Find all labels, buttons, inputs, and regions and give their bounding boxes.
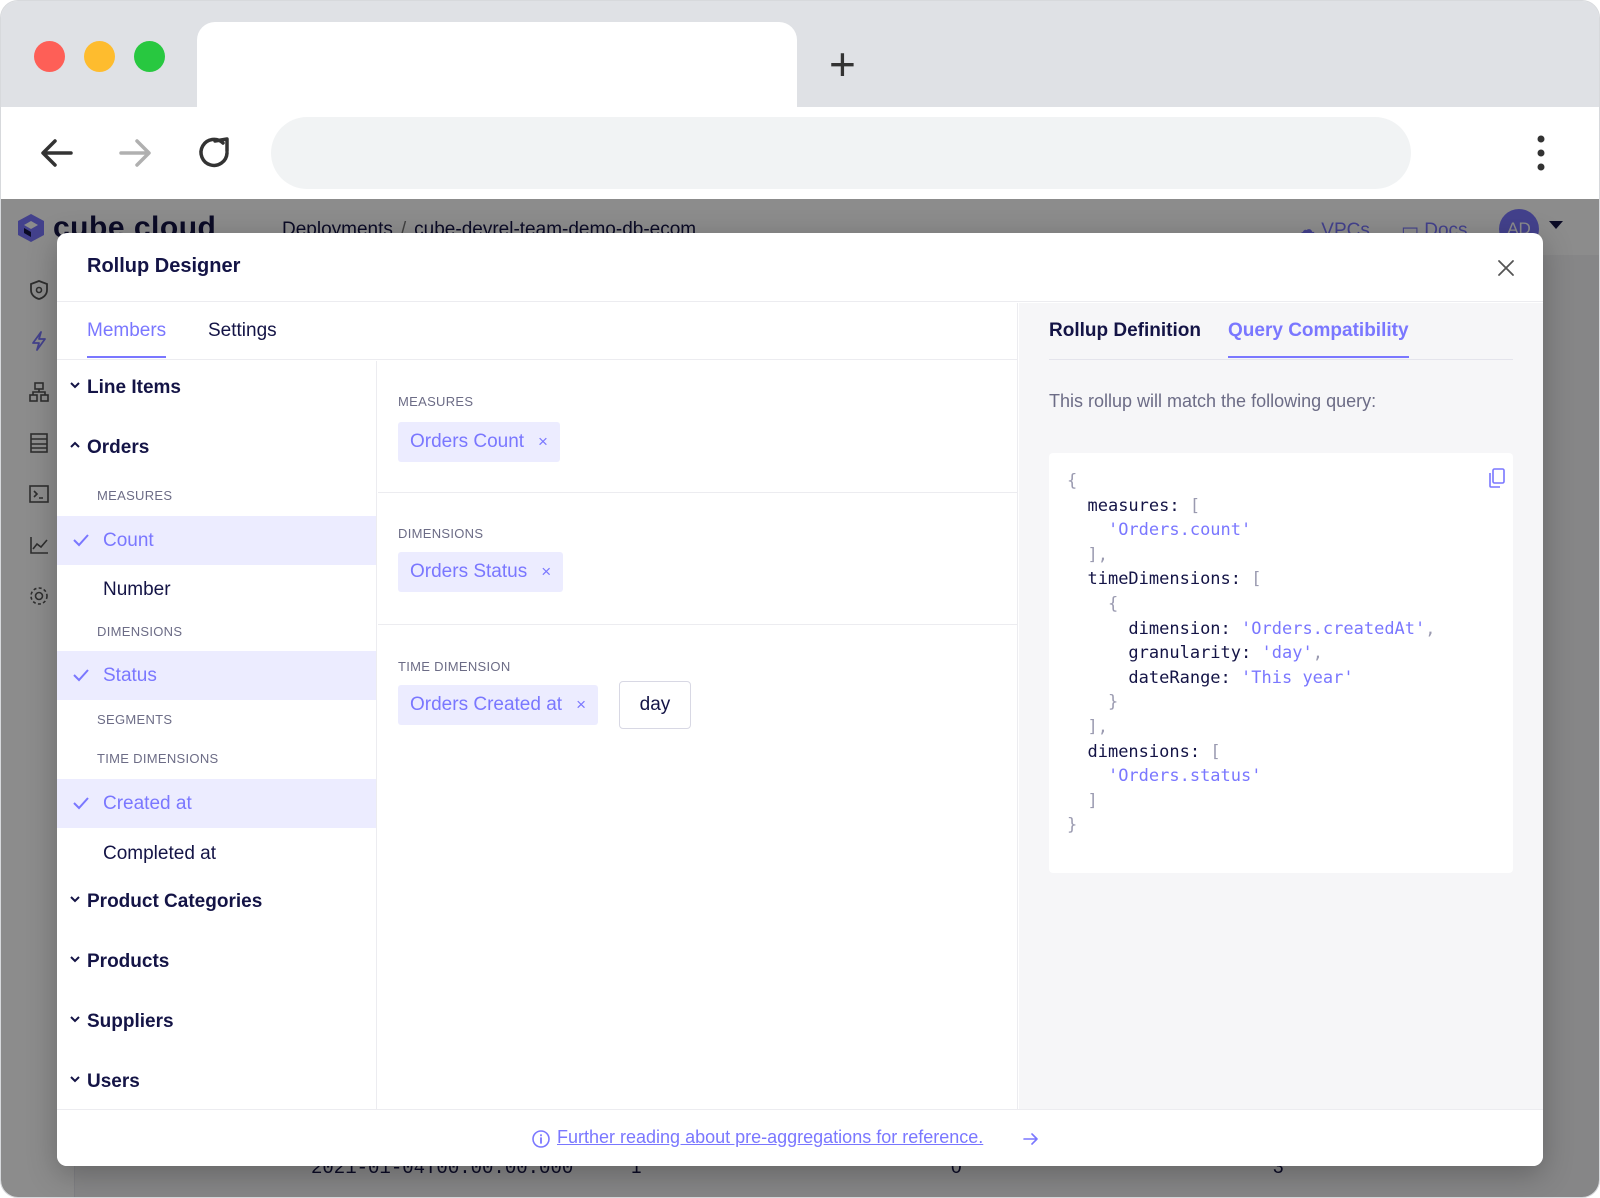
copy-icon[interactable] xyxy=(1487,467,1507,489)
member-label: Created at xyxy=(103,793,192,814)
browser-toolbar xyxy=(1,107,1599,199)
modal-header: Rollup Designer xyxy=(57,233,1543,302)
close-window-button[interactable] xyxy=(34,41,65,72)
chip-orders-created-at: Orders Created at × xyxy=(398,685,599,725)
member-created-at[interactable]: Created at xyxy=(57,779,376,828)
cube-label: Products xyxy=(87,951,170,972)
info-icon xyxy=(532,1130,550,1148)
member-label: Number xyxy=(103,579,171,600)
group-measures: MEASURES xyxy=(97,488,173,503)
remove-chip-icon[interactable]: × xyxy=(576,695,586,714)
cube-users[interactable]: Users xyxy=(57,1061,376,1101)
members-panel: Members Settings Line Items Orders MEASU… xyxy=(57,303,1018,1109)
chip-label: Orders Status xyxy=(410,561,528,582)
chevron-down-icon xyxy=(70,382,80,389)
measures-title: MEASURES xyxy=(398,394,474,409)
time-dimension-title: TIME DIMENSION xyxy=(398,659,511,674)
forward-arrow-icon[interactable] xyxy=(113,131,157,175)
tab-settings[interactable]: Settings xyxy=(208,320,277,356)
group-segments: SEGMENTS xyxy=(97,712,173,727)
dimensions-title: DIMENSIONS xyxy=(398,526,484,541)
selected-members-panel: MEASURES Orders Count × DIMENSIONS Orders… xyxy=(378,361,1018,1109)
group-dimensions: DIMENSIONS xyxy=(97,624,183,639)
back-arrow-icon[interactable] xyxy=(35,131,79,175)
tab-query-compatibility[interactable]: Query Compatibility xyxy=(1228,320,1409,358)
granularity-select[interactable]: day xyxy=(619,681,691,729)
cube-suppliers[interactable]: Suppliers xyxy=(57,1001,376,1041)
browser-tab[interactable] xyxy=(197,22,797,107)
chevron-up-icon xyxy=(70,441,80,448)
cube-label: Suppliers xyxy=(87,1011,174,1032)
remove-chip-icon[interactable]: × xyxy=(541,562,551,581)
member-tree: Line Items Orders MEASURES Count Number … xyxy=(57,361,377,1109)
browser-tab-bar: + xyxy=(1,1,1599,107)
cube-orders[interactable]: Orders xyxy=(57,427,376,467)
cube-label: Product Categories xyxy=(87,891,263,912)
modal-footer: Further reading about pre-aggregations f… xyxy=(57,1109,1543,1166)
check-icon xyxy=(73,534,89,547)
reload-icon[interactable] xyxy=(193,131,237,175)
dimensions-section: DIMENSIONS Orders Status × xyxy=(378,493,1018,625)
member-status[interactable]: Status xyxy=(57,651,376,700)
cube-label: Users xyxy=(87,1071,140,1092)
new-tab-plus-icon[interactable]: + xyxy=(829,39,856,89)
definition-panel: Rollup Definition Query Compatibility Th… xyxy=(1019,303,1543,1109)
members-tabs: Members Settings xyxy=(57,303,1018,360)
member-count[interactable]: Count xyxy=(57,516,376,565)
minimize-window-button[interactable] xyxy=(84,41,115,72)
chevron-down-icon xyxy=(70,956,80,963)
chip-orders-count: Orders Count × xyxy=(398,422,560,462)
chip-orders-status: Orders Status × xyxy=(398,552,564,592)
definition-tabs: Rollup Definition Query Compatibility xyxy=(1049,303,1513,360)
cube-label: Orders xyxy=(87,437,150,458)
query-code-block: { measures: [ 'Orders.count' ], timeDime… xyxy=(1049,453,1513,873)
cube-label: Line Items xyxy=(87,377,181,398)
member-label: Completed at xyxy=(103,843,217,864)
chevron-down-icon xyxy=(70,1076,80,1083)
check-icon xyxy=(73,797,89,810)
query-code: { measures: [ 'Orders.count' ], timeDime… xyxy=(1067,471,1436,836)
check-icon xyxy=(73,669,89,682)
rollup-designer-modal: Rollup Designer Members Settings Line It… xyxy=(57,233,1543,1166)
close-icon[interactable] xyxy=(1495,257,1517,279)
match-description: This rollup will match the following que… xyxy=(1049,391,1377,411)
cube-line-items[interactable]: Line Items xyxy=(57,367,376,407)
chip-label: Orders Count xyxy=(410,431,525,452)
tab-members[interactable]: Members xyxy=(87,320,167,358)
chip-label: Orders Created at xyxy=(410,694,563,715)
cube-products[interactable]: Products xyxy=(57,941,376,981)
modal-title: Rollup Designer xyxy=(87,255,241,277)
more-menu-icon[interactable] xyxy=(1531,133,1551,173)
measures-section: MEASURES Orders Count × xyxy=(378,361,1018,493)
arrow-right-icon[interactable] xyxy=(1021,1129,1041,1149)
remove-chip-icon[interactable]: × xyxy=(538,432,548,451)
tab-rollup-definition[interactable]: Rollup Definition xyxy=(1049,320,1201,356)
group-time-dimensions: TIME DIMENSIONS xyxy=(97,751,219,766)
cube-product-categories[interactable]: Product Categories xyxy=(57,881,376,921)
member-label: Count xyxy=(103,530,154,551)
further-reading-link[interactable]: Further reading about pre-aggregations f… xyxy=(557,1127,983,1148)
address-bar[interactable] xyxy=(271,117,1411,189)
member-number[interactable]: Number xyxy=(57,565,376,614)
chevron-down-icon xyxy=(70,1016,80,1023)
member-label: Status xyxy=(103,665,157,686)
maximize-window-button[interactable] xyxy=(134,41,165,72)
member-completed-at[interactable]: Completed at xyxy=(57,829,376,878)
chevron-down-icon xyxy=(70,896,80,903)
